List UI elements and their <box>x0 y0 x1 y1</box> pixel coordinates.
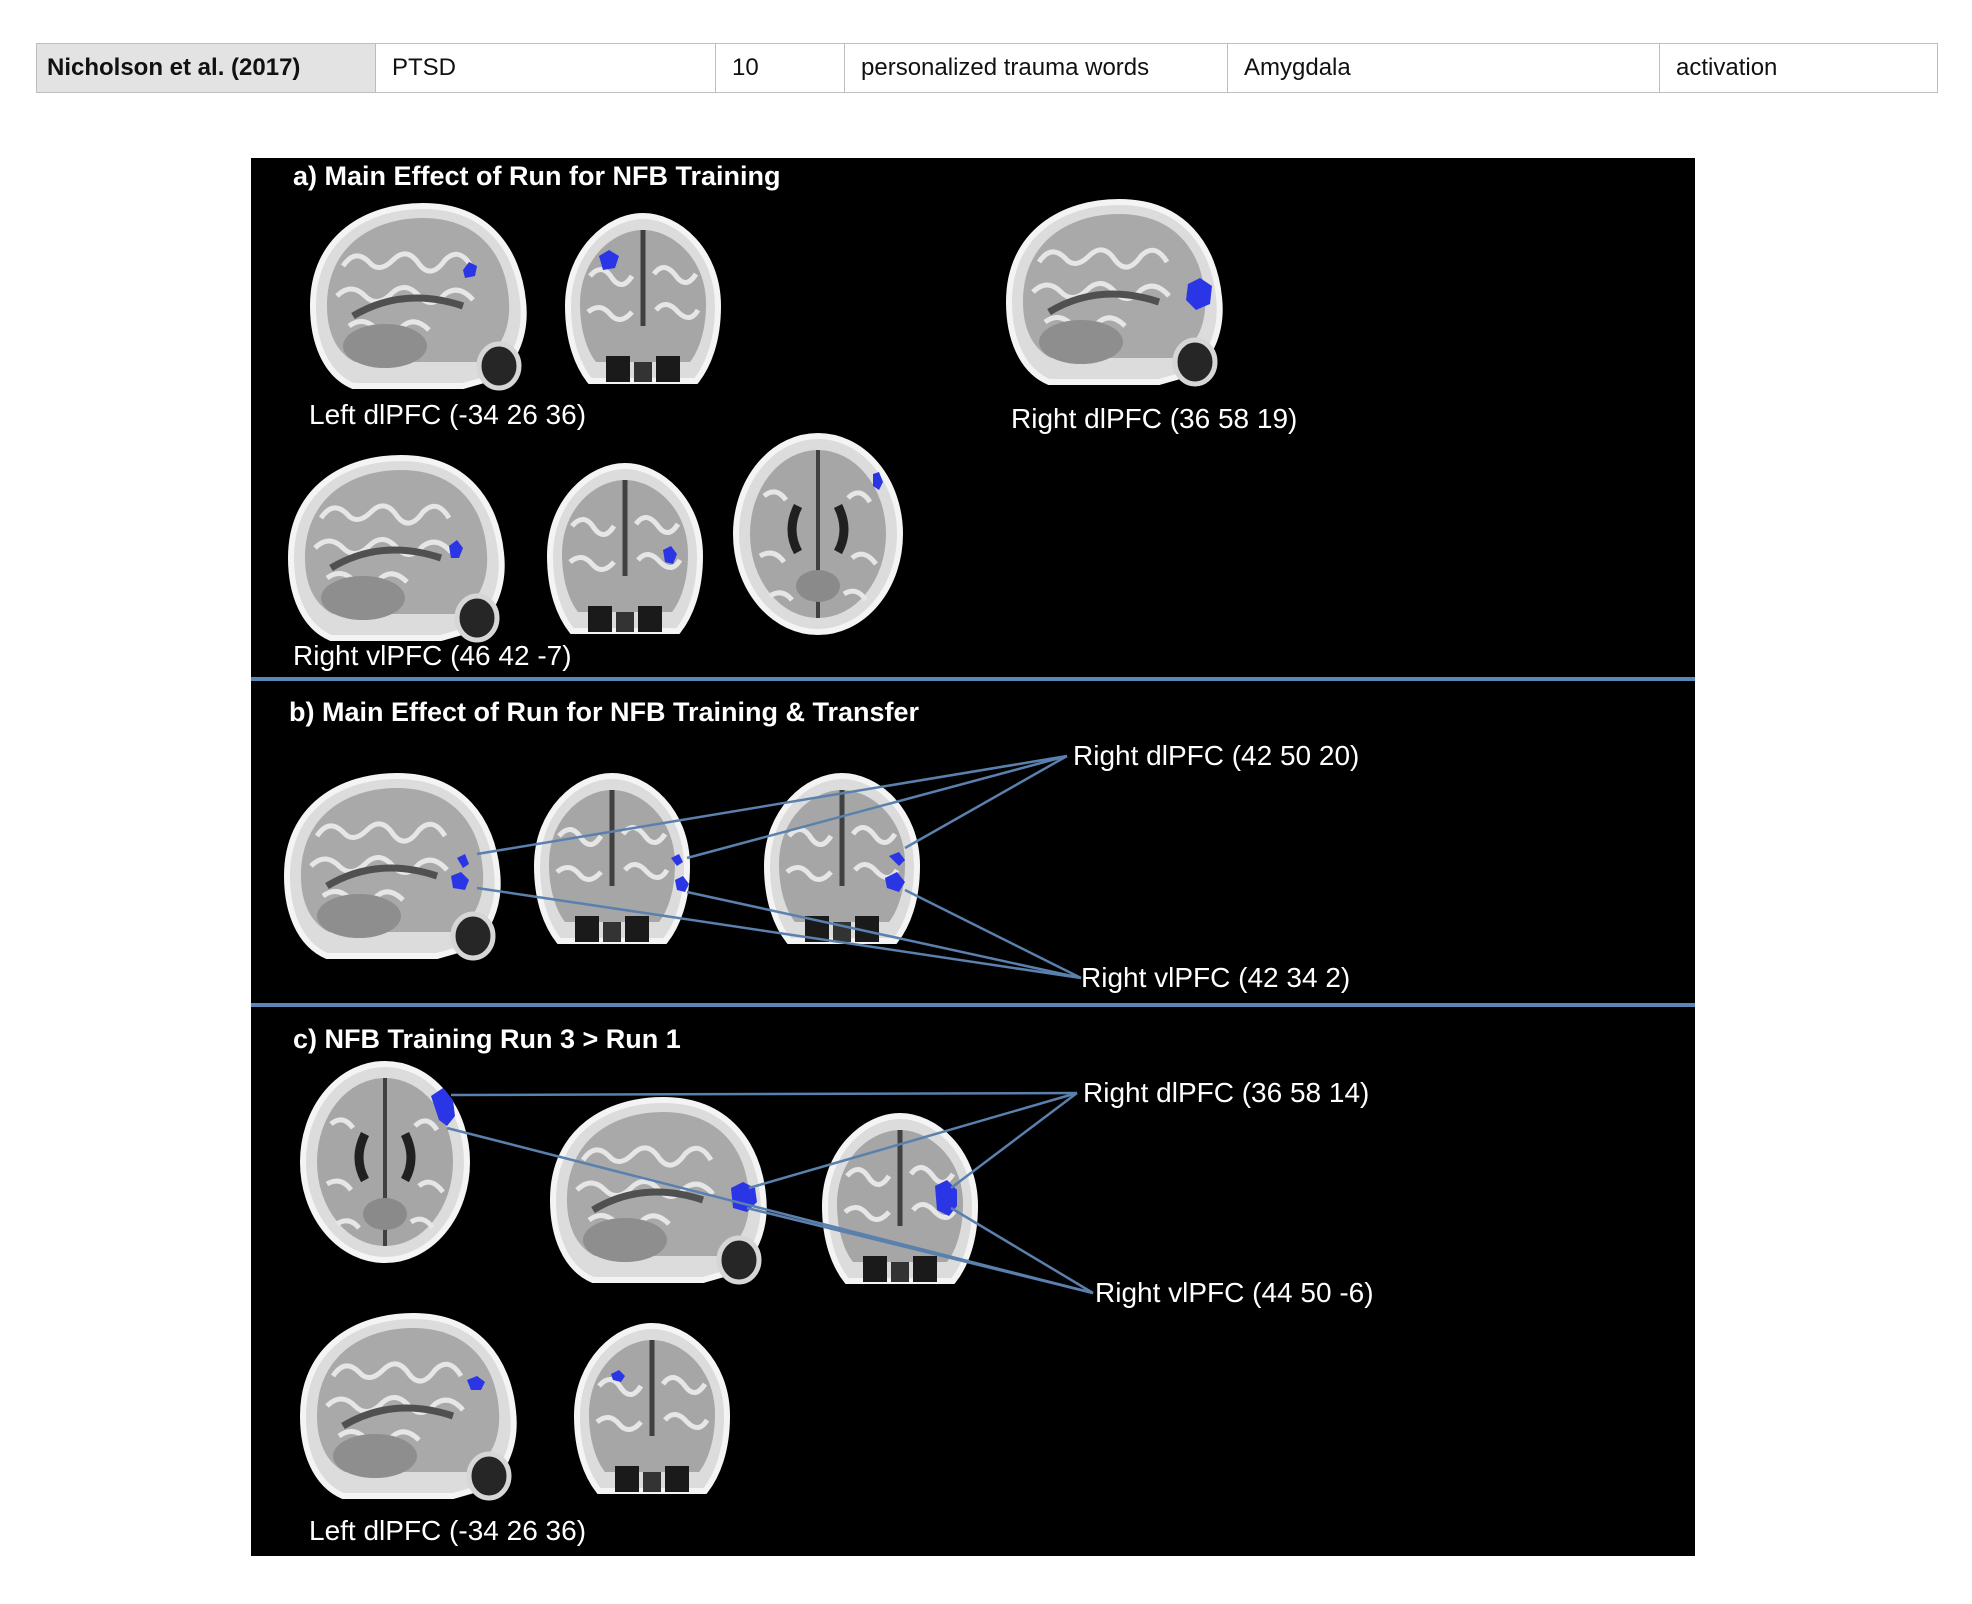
panel-b-title: b) Main Effect of Run for NFB Training &… <box>289 697 920 727</box>
table-row: Nicholson et al. (2017) PTSD 10 personal… <box>36 43 1938 93</box>
panel-b-label-right-dlpfc: Right dlPFC (42 50 20) <box>1073 740 1359 771</box>
panel-b-sagittal <box>287 776 498 958</box>
panel-a-right-dlpfc-sagittal <box>1009 202 1220 384</box>
study-table: Nicholson et al. (2017) PTSD 10 personal… <box>36 43 1938 93</box>
panel-a-label-left-dlpfc: Left dlPFC (-34 26 36) <box>309 399 586 430</box>
panel-c-left-dlpfc-coronal <box>577 1326 727 1492</box>
population-cell: PTSD <box>375 43 716 93</box>
direction-cell: activation <box>1659 43 1938 93</box>
panel-a-label-right-dlpfc: Right dlPFC (36 58 19) <box>1011 403 1297 434</box>
brain-figure: a) Main Effect of Run for NFB Training L… <box>251 158 1695 1556</box>
panel-c-sagittal-top <box>553 1100 764 1282</box>
panel-a-label-right-vlpfc: Right vlPFC (46 42 -7) <box>293 640 572 671</box>
panel-a-right-vlpfc-axial <box>736 436 900 632</box>
n-cell: 10 <box>715 43 845 93</box>
panel-c-label-left-dlpfc: Left dlPFC (-34 26 36) <box>309 1515 586 1546</box>
panel-b-label-right-vlpfc: Right vlPFC (42 34 2) <box>1081 962 1350 993</box>
panel-c-connector-lines <box>446 1091 1094 1295</box>
panel-a-right-vlpfc-coronal <box>550 466 700 632</box>
panel-c-label-right-vlpfc: Right vlPFC (44 50 -6) <box>1095 1277 1374 1308</box>
paradigm-cell: personalized trauma words <box>844 43 1228 93</box>
target-region-cell: Amygdala <box>1227 43 1660 93</box>
panel-a-title: a) Main Effect of Run for NFB Training <box>293 161 781 191</box>
panel-c-left-dlpfc-sagittal <box>303 1316 514 1498</box>
panel-a-left-dlpfc-sagittal <box>313 206 524 388</box>
study-cell: Nicholson et al. (2017) <box>36 43 376 93</box>
panel-c-title: c) NFB Training Run 3 > Run 1 <box>293 1024 681 1054</box>
panel-c-axial <box>303 1064 467 1260</box>
panel-c-label-right-dlpfc: Right dlPFC (36 58 14) <box>1083 1077 1369 1108</box>
panel-a-left-dlpfc-coronal <box>568 216 718 382</box>
panel-a-right-vlpfc-sagittal <box>291 458 502 640</box>
